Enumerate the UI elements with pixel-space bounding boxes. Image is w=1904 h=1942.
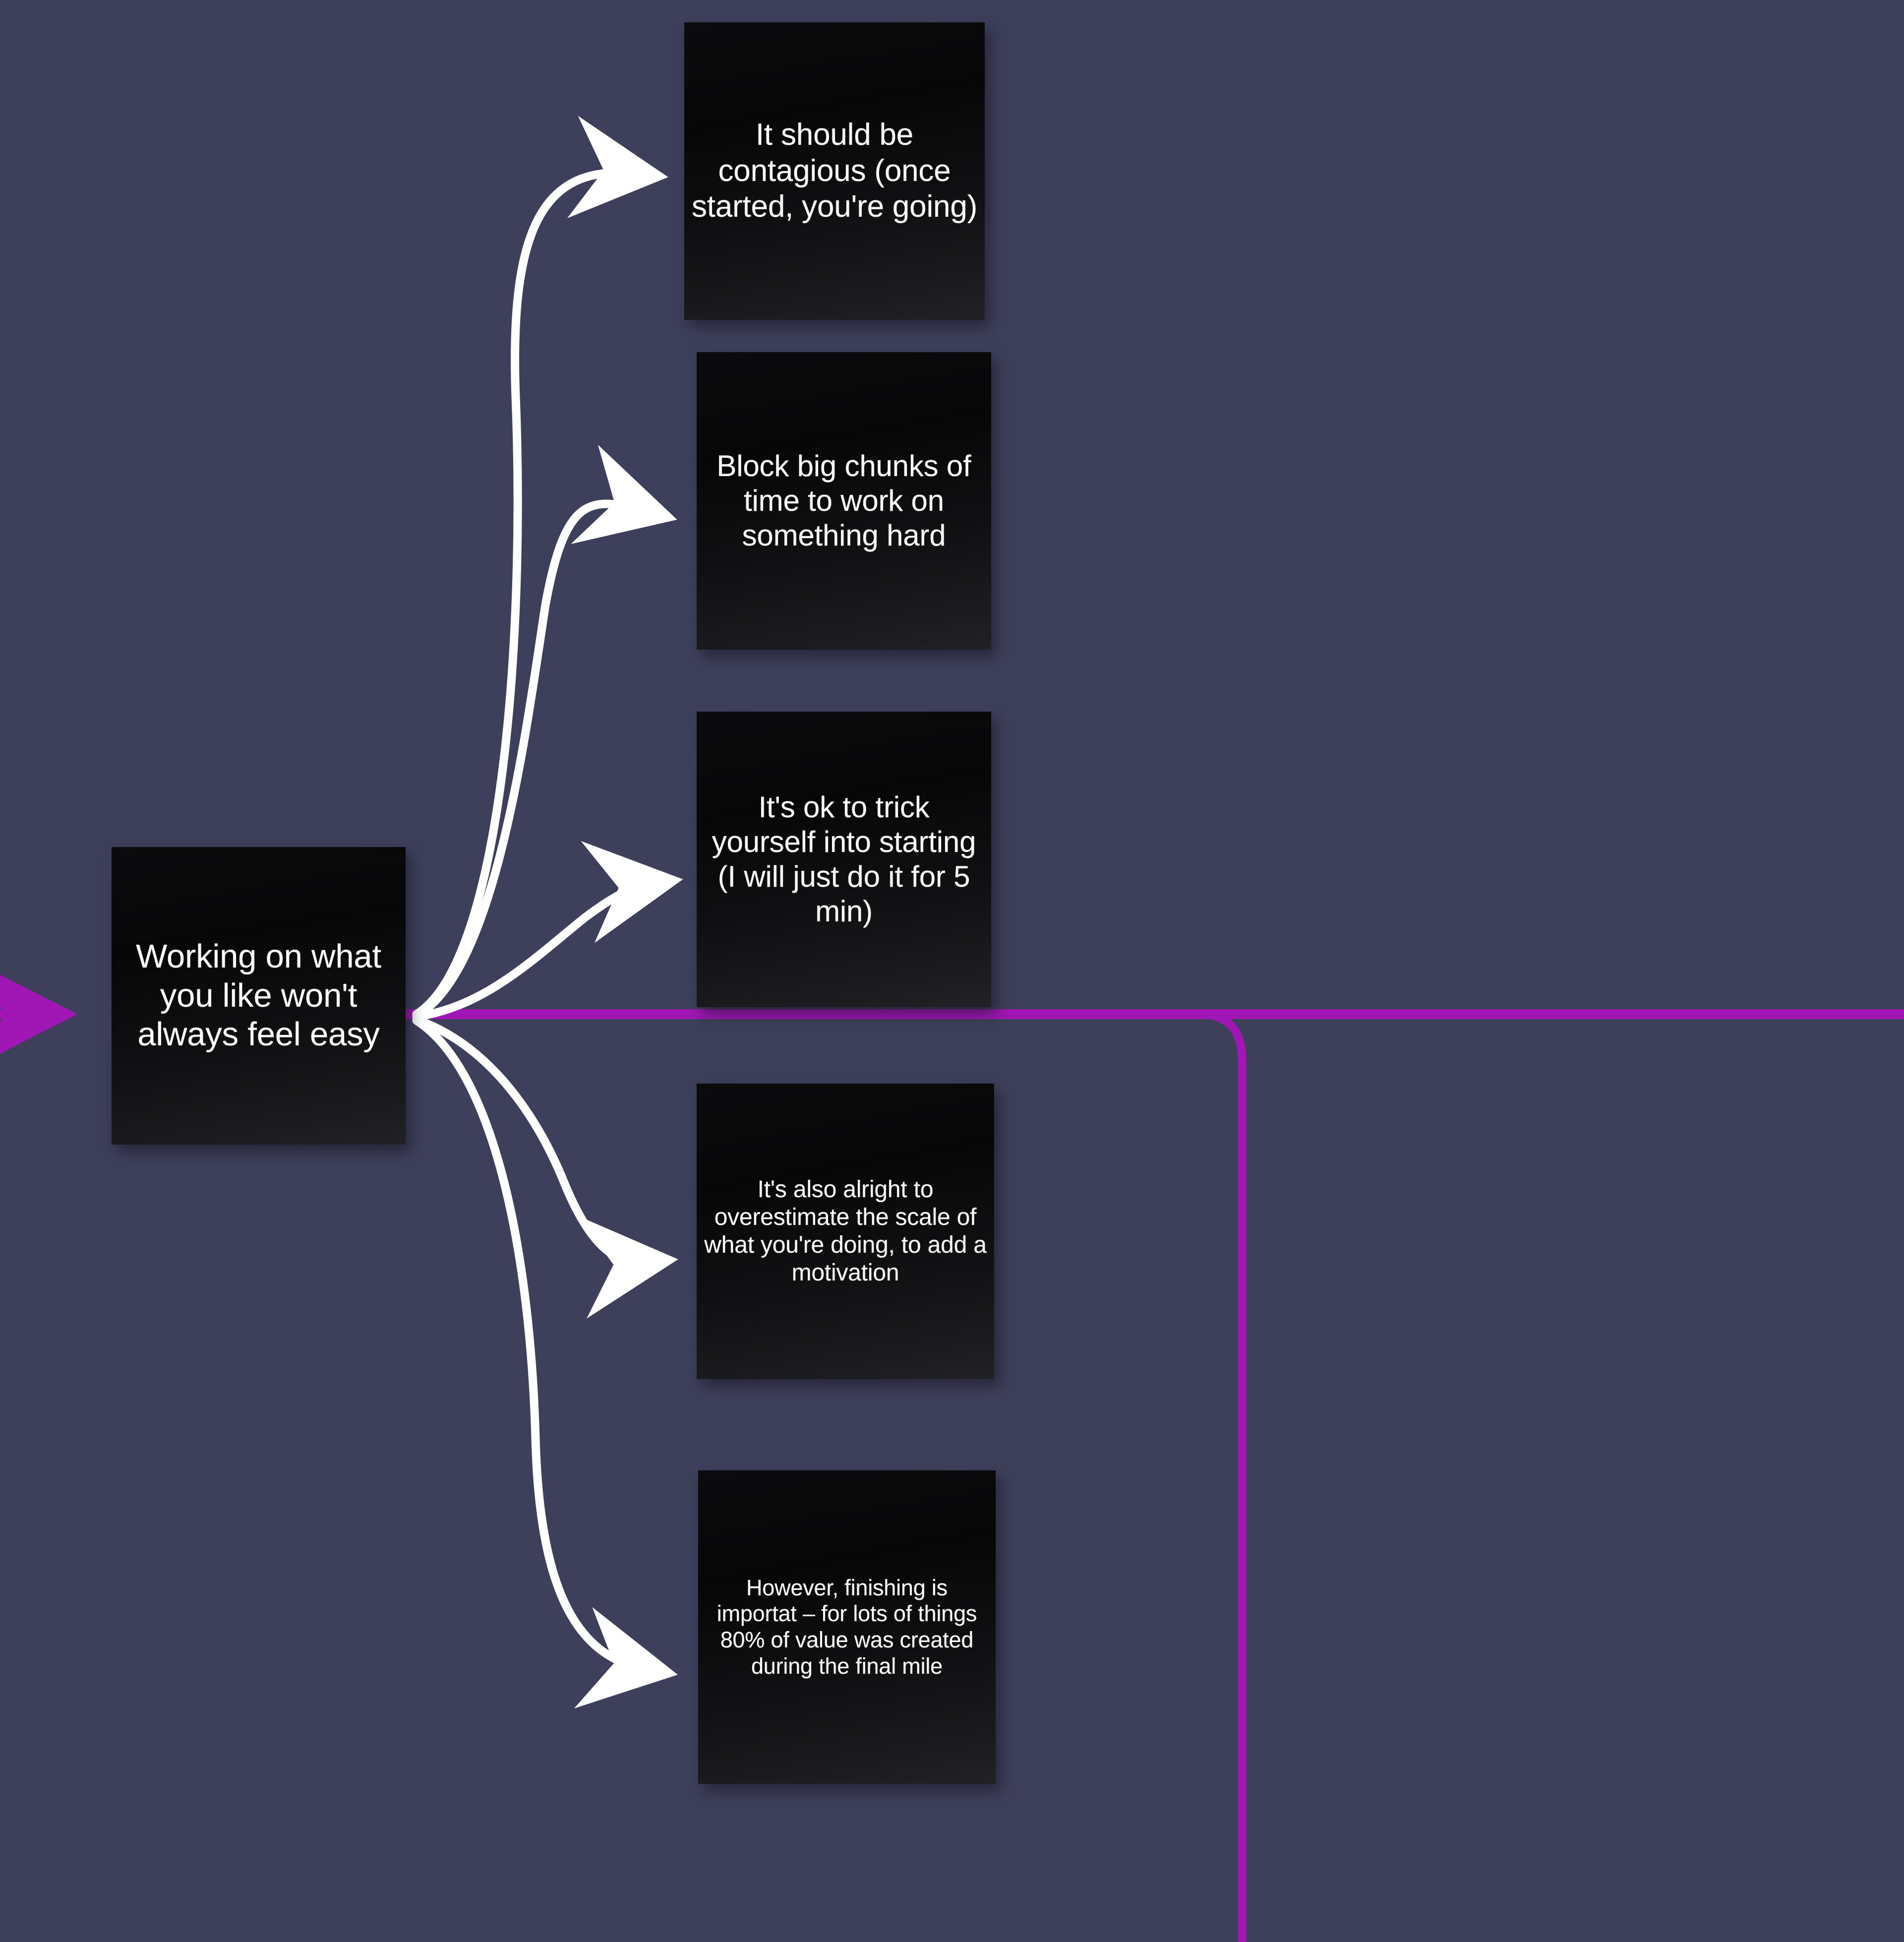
node-root[interactable]: Working on what you like won't always fe… bbox=[112, 847, 406, 1145]
mindmap-canvas[interactable]: Working on what you like won't always fe… bbox=[0, 0, 1904, 1942]
connector-to-contagious bbox=[412, 116, 668, 1019]
node-block-time-label: Block big chunks of time to work on some… bbox=[716, 449, 971, 552]
node-trick-yourself[interactable]: It's ok to trick yourself into starting … bbox=[697, 712, 991, 1007]
node-overestimate-scale[interactable]: It's also alright to overestimate the sc… bbox=[697, 1084, 994, 1379]
node-contagious-label: It should be contagious (once started, y… bbox=[691, 118, 978, 224]
node-finishing-important[interactable]: However, finishing is importat – for lot… bbox=[698, 1470, 996, 1784]
node-overestimate-scale-label: It's also alright to overestimate the sc… bbox=[704, 1176, 987, 1286]
connector-to-finishing bbox=[412, 1016, 678, 1708]
node-finishing-important-label: However, finishing is importat – for lot… bbox=[716, 1575, 977, 1679]
connector-to-blocktime bbox=[412, 444, 677, 1020]
connector-to-overestimate bbox=[412, 1015, 678, 1319]
node-root-label: Working on what you like won't always fe… bbox=[136, 938, 381, 1053]
node-trick-yourself-label: It's ok to trick yourself into starting … bbox=[712, 790, 976, 928]
accent-vertical-branch bbox=[1199, 1010, 1247, 1942]
node-block-time[interactable]: Block big chunks of time to work on some… bbox=[697, 352, 991, 650]
connector-to-trick bbox=[412, 841, 683, 1021]
node-contagious[interactable]: It should be contagious (once started, y… bbox=[684, 22, 985, 320]
